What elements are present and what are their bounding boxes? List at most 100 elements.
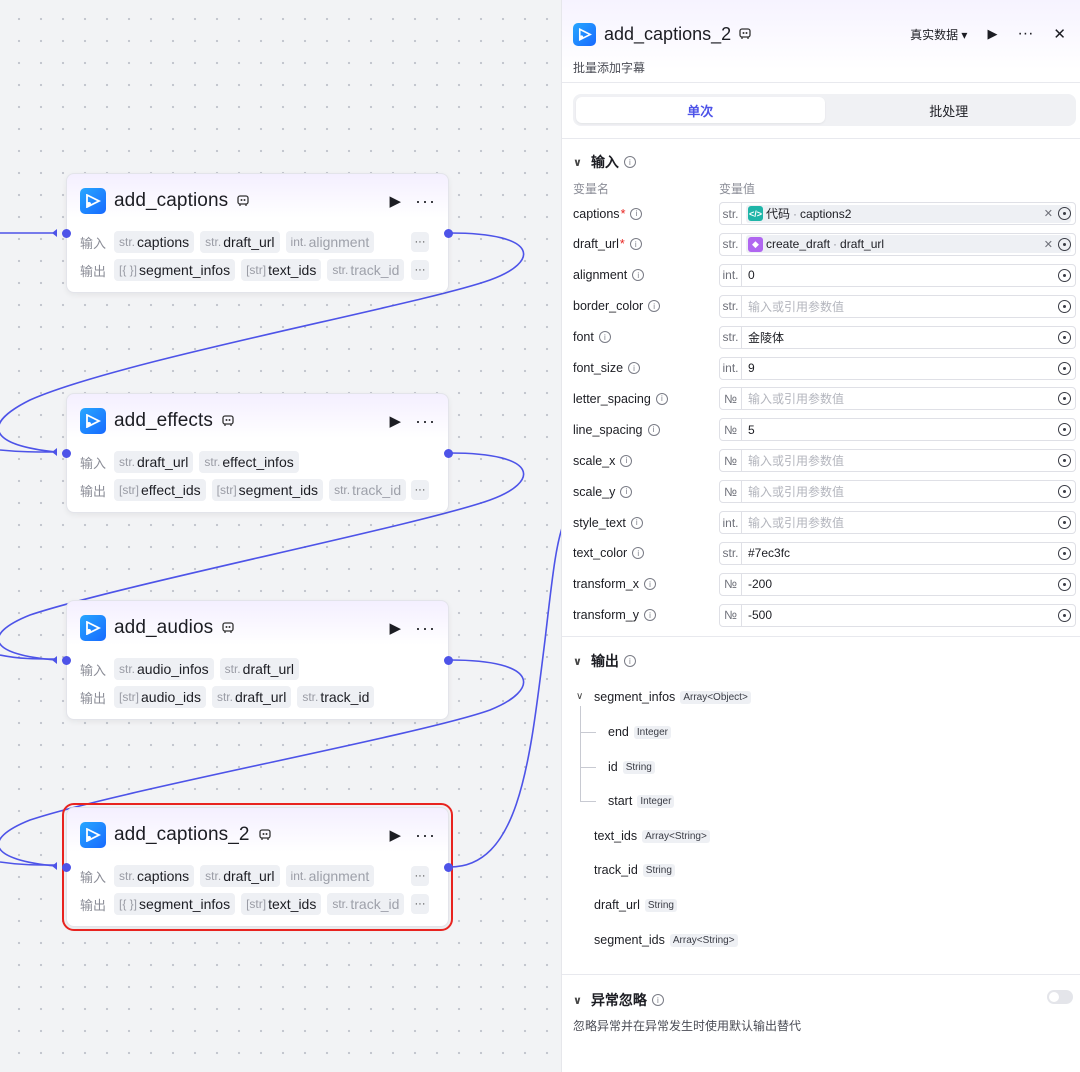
more-inputs-button[interactable]: ··· (411, 866, 429, 886)
variable-value-field[interactable]: int. 输入或引用参数值 (719, 511, 1076, 534)
variable-reference-icon[interactable] (1058, 299, 1071, 313)
type-selector[interactable]: int. (720, 264, 742, 286)
variable-value-field[interactable]: № -200 (719, 572, 1076, 596)
variable-reference-icon[interactable] (1058, 546, 1071, 560)
variable-value-field[interactable]: № 输入或引用参数值 (719, 480, 1076, 504)
more-inputs-button[interactable]: ··· (411, 232, 429, 252)
input-port[interactable] (62, 656, 71, 665)
variable-reference-icon[interactable] (1058, 361, 1071, 375)
variable-value-field[interactable]: str. </> 代码 · captions2 ✕ (719, 202, 1076, 225)
type-selector[interactable]: № (720, 419, 742, 441)
value-input[interactable]: 输入或引用参数值 (742, 452, 1075, 469)
type-selector[interactable]: № (720, 388, 742, 410)
clear-reference-icon[interactable]: ✕ (1044, 207, 1053, 220)
node-add-captions-2[interactable]: add_captions_2 ▶ ··· 输入 str. captions str… (62, 803, 453, 931)
chevron-down-icon[interactable]: ∨ (576, 691, 583, 702)
value-input[interactable]: 5 (742, 423, 1075, 437)
variable-reference-icon[interactable] (1058, 330, 1071, 344)
reference-chip[interactable]: ◆ create_draft · draft_url (746, 235, 1071, 254)
close-button[interactable]: ✕ (1053, 25, 1066, 43)
node-add-audios[interactable]: add_audios ▶ ··· 输入 str. audio_infos str.… (62, 600, 453, 720)
output-port[interactable] (444, 229, 453, 238)
variable-value-field[interactable]: int. 9 (719, 356, 1076, 380)
type-selector[interactable]: str. (720, 295, 742, 317)
reference-chip[interactable]: </> 代码 · captions2 (746, 204, 1071, 223)
more-outputs-button[interactable]: ··· (411, 260, 429, 280)
exception-section-header[interactable]: ∨ 异常忽略 i (573, 990, 664, 1010)
variable-name: scale_x i (573, 454, 719, 468)
input-port[interactable] (62, 863, 71, 872)
input-section-header[interactable]: ∨ 输入 i (573, 152, 636, 172)
workflow-canvas[interactable]: add_captions ▶ ··· 输入 str. captions str. d… (0, 0, 561, 1072)
variable-value-field[interactable]: str. 金陵体 (719, 325, 1076, 349)
type-selector[interactable]: № (720, 573, 742, 595)
value-input[interactable]: 输入或引用参数值 (742, 483, 1075, 500)
node-add-captions[interactable]: add_captions ▶ ··· 输入 str. captions str. d… (62, 173, 453, 293)
variable-value-field[interactable]: № -500 (719, 603, 1076, 627)
variable-value-field[interactable]: str. #7ec3fc (719, 541, 1076, 565)
output-port[interactable] (444, 449, 453, 458)
run-node-button[interactable]: ▶ (389, 192, 401, 210)
variable-reference-icon[interactable] (1058, 237, 1071, 251)
type-selector[interactable]: str. (720, 233, 742, 255)
run-node-button[interactable]: ▶ (389, 412, 401, 430)
input-variable-row: draft_url * i str. ◆ create_draft · draft_url ✕ (573, 232, 1076, 256)
variable-value-field[interactable]: str. 输入或引用参数值 (719, 294, 1076, 318)
input-port[interactable] (62, 229, 71, 238)
clear-reference-icon[interactable]: ✕ (1044, 238, 1053, 251)
variable-reference-icon[interactable] (1058, 516, 1071, 529)
data-mode-dropdown[interactable]: 真实数据 ▾ (910, 26, 967, 43)
type-selector[interactable]: str. (720, 542, 742, 564)
run-button[interactable]: ▶ (987, 26, 997, 42)
value-input[interactable]: 0 (742, 268, 1075, 282)
type-selector[interactable]: str. (720, 326, 742, 348)
value-input[interactable]: -200 (742, 577, 1075, 591)
value-input[interactable]: -500 (742, 608, 1075, 622)
type-selector[interactable]: int. (720, 357, 742, 379)
variable-reference-icon[interactable] (1058, 577, 1071, 591)
type-selector[interactable]: int. (720, 512, 742, 533)
value-input[interactable]: 输入或引用参数值 (742, 298, 1075, 315)
output-item: draft_url String (594, 898, 677, 912)
type-selector[interactable]: № (720, 450, 742, 472)
variable-value-field[interactable]: № 输入或引用参数值 (719, 387, 1076, 411)
output-name: id (608, 760, 618, 774)
variable-value-field[interactable]: str. ◆ create_draft · draft_url ✕ (719, 232, 1076, 256)
more-button[interactable]: ··· (415, 825, 436, 846)
value-input[interactable]: 输入或引用参数值 (742, 514, 1075, 531)
value-input[interactable]: #7ec3fc (742, 546, 1075, 560)
run-node-button[interactable]: ▶ (389, 619, 401, 637)
output-section-header[interactable]: ∨ 输出 i (573, 651, 636, 671)
variable-value-field[interactable]: int. 0 (719, 263, 1076, 287)
variable-value-field[interactable]: № 输入或引用参数值 (719, 449, 1076, 473)
tab-single[interactable]: 单次 (576, 97, 825, 123)
more-outputs-button[interactable]: ··· (411, 480, 429, 500)
tab-batch[interactable]: 批处理 (825, 97, 1074, 123)
variable-reference-icon[interactable] (1058, 207, 1071, 220)
more-button[interactable]: ··· (415, 191, 436, 212)
output-port[interactable] (444, 863, 453, 872)
panel-title[interactable]: add_captions_2 (604, 24, 731, 45)
type-selector[interactable]: № (720, 604, 742, 626)
more-button[interactable]: ··· (1017, 25, 1033, 43)
type-selector[interactable]: № (720, 481, 742, 503)
run-node-button[interactable]: ▶ (389, 826, 401, 844)
panel-subtitle[interactable]: 批量添加字幕 (573, 59, 645, 76)
input-port[interactable] (62, 449, 71, 458)
variable-reference-icon[interactable] (1058, 485, 1071, 499)
output-port[interactable] (444, 656, 453, 665)
value-input[interactable]: 9 (742, 361, 1075, 375)
more-button[interactable]: ··· (415, 411, 436, 432)
variable-reference-icon[interactable] (1058, 608, 1071, 622)
value-input[interactable]: 输入或引用参数值 (742, 390, 1075, 407)
node-add-effects[interactable]: add_effects ▶ ··· 输入 str. draft_url str. e… (62, 393, 453, 513)
more-outputs-button[interactable]: ··· (411, 894, 429, 914)
variable-reference-icon[interactable] (1058, 268, 1071, 282)
value-input[interactable]: 金陵体 (742, 329, 1075, 346)
exception-toggle[interactable] (1047, 990, 1073, 1004)
code-node-icon: </> (748, 206, 763, 221)
info-icon: i (623, 156, 636, 168)
more-button[interactable]: ··· (415, 618, 436, 639)
variable-value-field[interactable]: № 5 (719, 418, 1076, 442)
type-selector[interactable]: str. (720, 203, 742, 224)
